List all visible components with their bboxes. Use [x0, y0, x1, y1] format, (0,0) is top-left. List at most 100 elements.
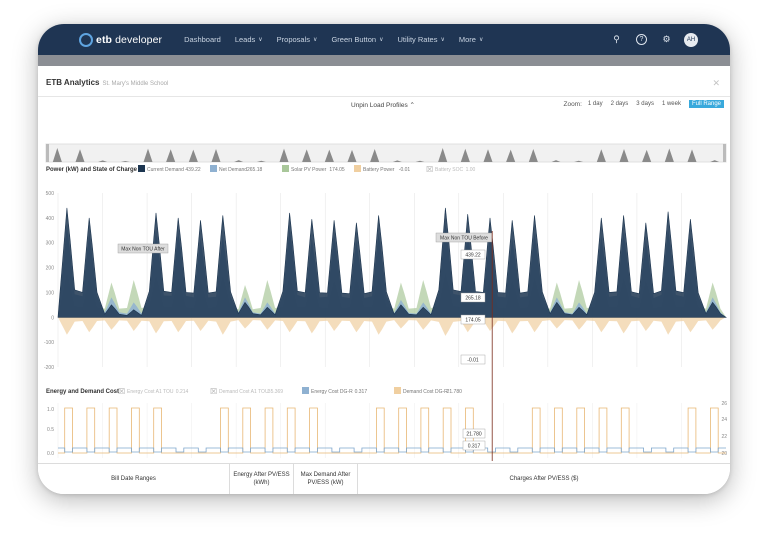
chevron-down-icon: ∨: [258, 37, 263, 43]
y-left-tick: 1.0: [47, 407, 54, 413]
chevron-down-icon: ∨: [440, 37, 445, 43]
nav-item-green-button[interactable]: Green Button ∨: [331, 35, 383, 44]
table-header-1: Energy After PV/ESS (kWh): [230, 464, 294, 494]
nav-item-proposals[interactable]: Proposals ∨: [277, 35, 318, 44]
help-icon[interactable]: ?: [636, 34, 647, 45]
gear-icon[interactable]: ⚙: [661, 34, 672, 45]
nav-item-utility-rates[interactable]: Utility Rates ∨: [397, 35, 444, 44]
power-chart-legend: Power (kW) and State of Charge Current De…: [46, 165, 476, 174]
legend-value: 1.00: [466, 167, 476, 173]
power-chart-plot[interactable]: [57, 207, 727, 336]
checkbox-x-icon[interactable]: ☒: [210, 387, 217, 396]
toolbar-strip: [38, 55, 730, 66]
tooltip-value: 0.317: [468, 444, 481, 450]
series-current-demand[interactable]: [57, 207, 727, 318]
legend-value: 265.18: [247, 167, 263, 173]
legend-label: Energy Cost A1 TOU: [127, 389, 174, 395]
legend-swatch[interactable]: [210, 165, 217, 172]
legend-swatch[interactable]: [302, 387, 309, 394]
chevron-down-icon: ∨: [478, 37, 484, 43]
legend-swatch[interactable]: [354, 165, 361, 172]
nav-right: ⚲ ? ⚙ AH: [597, 24, 698, 55]
legend-value: 174.05: [329, 167, 345, 173]
tooltip-value: -0.01: [467, 358, 479, 364]
legend-swatch[interactable]: [282, 165, 289, 172]
y-tick-label: 0: [51, 315, 54, 321]
logo[interactable]: etb developer: [79, 32, 163, 47]
chevron-down-icon: ∨: [313, 37, 318, 43]
nav-item-label: More: [458, 35, 476, 44]
charts-svg: Power (kW) and State of Charge Current De…: [44, 143, 727, 461]
panel-subtitle: St. Mary's Middle School: [102, 81, 169, 87]
y-tick-label: -100: [44, 340, 54, 346]
avatar[interactable]: AH: [684, 32, 698, 47]
legend-label: Battery SOC: [435, 167, 463, 173]
legend-value: -0.01: [399, 167, 411, 173]
y-tick-label: 300: [46, 241, 55, 247]
top-navbar: etb developer Dashboard Leads ∨ Proposals ∨ G…: [38, 24, 730, 55]
nav-item-more[interactable]: More ∨: [459, 35, 484, 44]
search-icon[interactable]: ⚲: [611, 34, 622, 45]
tooltip-value: 439.22: [465, 253, 481, 259]
navigator-handle-left[interactable]: [46, 144, 49, 162]
navigator-handle-right[interactable]: [723, 144, 726, 162]
checkbox-x-icon[interactable]: ☒: [426, 165, 433, 174]
nav-item-label: Proposals: [276, 35, 311, 44]
panel-title: ETB Analytics St. Mary's Middle School: [46, 78, 168, 87]
tooltip-value: 174.05: [465, 318, 481, 324]
y-tick-label: 400: [46, 216, 55, 222]
y-tick-label: 100: [46, 290, 55, 296]
legend-swatch[interactable]: [138, 165, 145, 172]
chevron-down-icon: ∨: [379, 37, 384, 43]
y-left-tick: 0.0: [47, 451, 54, 457]
legend-label: Net Demand: [219, 167, 247, 173]
legend-label: Solar PV Power: [291, 167, 327, 173]
legend-swatch[interactable]: [394, 387, 401, 394]
legend-label: Demand Cost A1 TOU: [219, 389, 269, 395]
legend-value: 439.22: [185, 167, 201, 173]
logo-suffix: developer: [115, 33, 163, 46]
tooltip-value: 21.780: [466, 432, 482, 438]
series-energy-cost-dg-r[interactable]: [58, 447, 726, 453]
checkbox-x-icon[interactable]: ☒: [118, 387, 125, 396]
legend-value: 21.780: [447, 389, 463, 395]
cost-chart-legend: Energy and Demand Cost☒ Energy Cost A1 TO…: [46, 387, 462, 396]
y-left-tick: 0.5: [47, 427, 54, 433]
etb-logo-icon: [79, 32, 93, 47]
legend-label: Demand Cost DG-R: [403, 389, 448, 395]
power-chart-title: Power (kW) and State of Charge: [46, 167, 138, 173]
annotation-before: Max Non TOU Before: [440, 236, 488, 242]
nav-item-leads[interactable]: Leads ∨: [235, 35, 263, 44]
y-right-tick: 26: [721, 401, 727, 407]
bill-summary-table: Bill Date Ranges Energy After PV/ESS (kWh…: [38, 463, 730, 494]
nav-item-dashboard[interactable]: Dashboard: [184, 35, 221, 44]
legend-label: Energy Cost DG-R: [311, 389, 353, 395]
legend-value: 0.317: [355, 389, 368, 395]
table-header-3: Charges After PV/ESS ($): [509, 476, 579, 482]
range-navigator[interactable]: [45, 143, 727, 163]
y-right-tick: 24: [721, 417, 727, 423]
annotation-after: Max Non TOU After: [121, 247, 165, 253]
analytics-panel: ETB Analytics St. Mary's Middle School ✕ …: [38, 66, 730, 494]
cost-chart-plot[interactable]: 1.0 0.5 0.0 26 24 22 20 21.780 0.317: [47, 401, 727, 458]
nav-item-label: Utility Rates: [397, 35, 438, 44]
y-right-tick: 20: [721, 451, 727, 457]
tooltip-value: 265.18: [465, 296, 481, 302]
close-icon[interactable]: ✕: [712, 78, 720, 89]
table-header-2: Max Demand After PV/ESS (kW): [294, 464, 358, 494]
table-header-0: Bill Date Ranges: [38, 464, 230, 494]
legend-label: Battery Power: [363, 167, 395, 173]
app-frame: etb developer Dashboard Leads ∨ Proposals ∨ G…: [38, 24, 730, 494]
y-right-tick: 22: [721, 434, 727, 440]
y-tick-label: 200: [46, 266, 55, 272]
cost-chart-title: Energy and Demand Cost: [46, 389, 119, 395]
legend-label: Current Demand: [147, 167, 184, 173]
main-menu: Dashboard Leads ∨ Proposals ∨ Green Button ∨ Ut…: [184, 35, 497, 44]
nav-item-label: Green Button: [331, 35, 377, 44]
series-demand-cost-dg-r[interactable]: [58, 407, 726, 454]
nav-item-label: Leads: [234, 35, 256, 44]
panel-title-text: ETB Analytics: [46, 78, 100, 87]
nav-item-label: Dashboard: [184, 35, 221, 44]
series-battery-power[interactable]: [58, 317, 726, 336]
y-tick-label: 500: [46, 191, 55, 197]
